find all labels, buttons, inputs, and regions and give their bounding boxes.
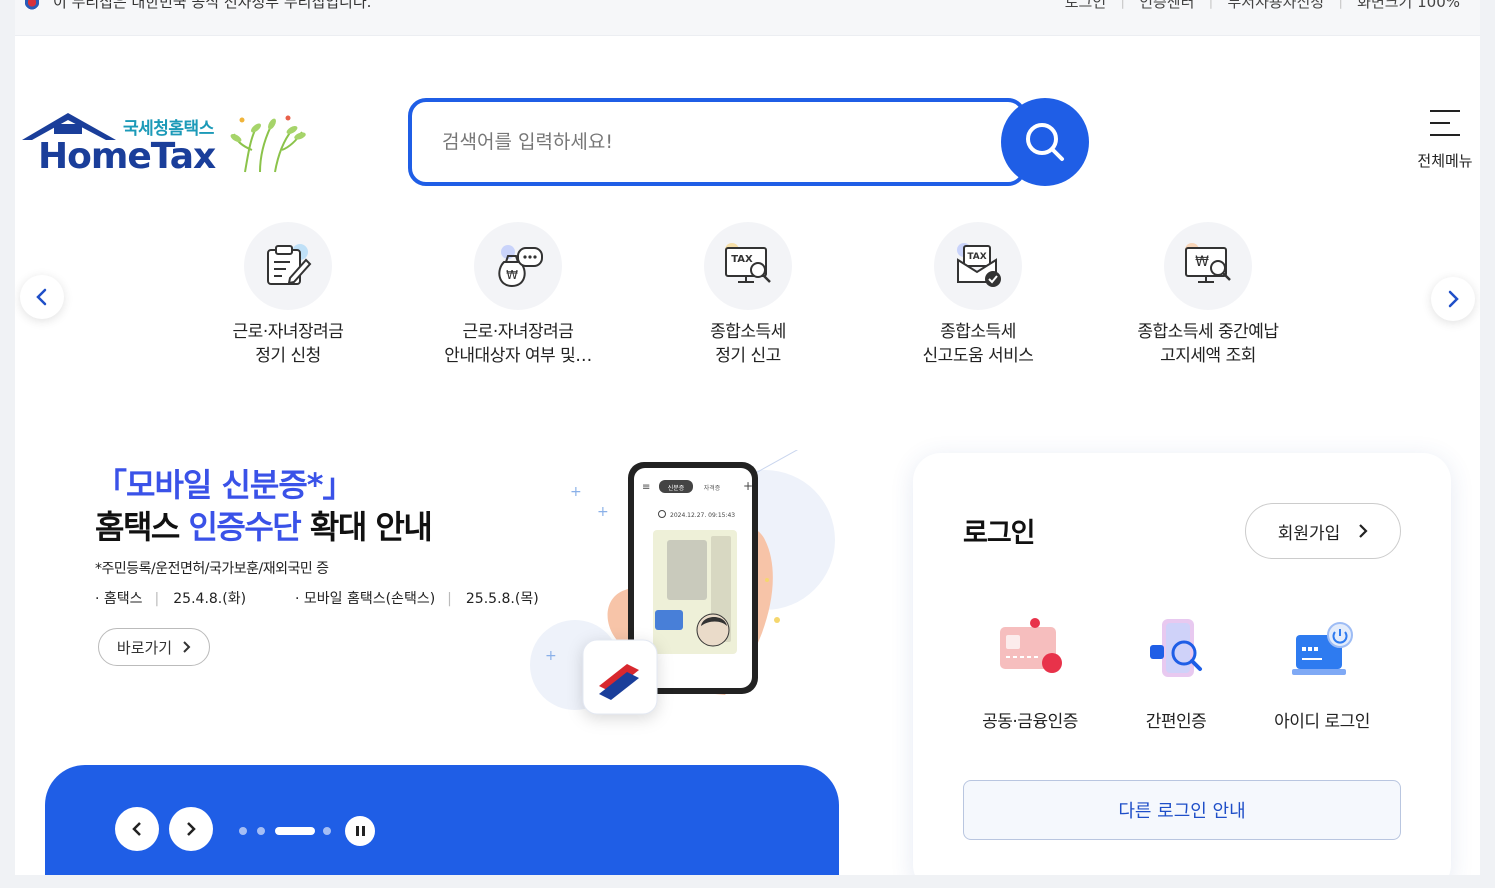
login-simple-auth-button[interactable]: 간편인증 xyxy=(1101,613,1251,732)
tax-monitor-search-icon: TAX xyxy=(704,222,792,310)
banner-pause-button[interactable] xyxy=(345,816,375,846)
banner-next-button[interactable] xyxy=(169,807,213,851)
banner-dot[interactable] xyxy=(323,827,331,835)
document-pen-icon xyxy=(244,222,332,310)
korean-flag-icon xyxy=(23,0,41,10)
banner-title-line1: 「모바일 신분증*」 xyxy=(95,466,355,504)
go-button-label: 바로가기 xyxy=(116,638,173,657)
banner-dates: · 홈택스 | 25.4.8.(화) · 모바일 홈택스(손택스) | 25.5.8.(… xyxy=(95,591,539,607)
banner-dot[interactable] xyxy=(239,827,247,835)
auth-center-link[interactable]: 인증센터 xyxy=(1139,0,1194,12)
government-notice: 이 누리집은 대한민국 공식 전자정부 누리집입니다. xyxy=(23,0,371,12)
phone-timestamp: 2024.12.27. 09:15:43 xyxy=(670,512,735,519)
svg-text:+: + xyxy=(545,648,557,664)
hamburger-icon xyxy=(1430,110,1460,136)
banner-dot-active[interactable] xyxy=(275,827,315,835)
mobile-id-phone-illustration: + + + 신분증 자격증 ≡ + 2024.12.27. 09:15:43 xyxy=(530,450,835,715)
quick-menu-label: 종합소득세 정기 신고 xyxy=(710,322,786,366)
phone-tab-license: 자격증 xyxy=(704,484,721,492)
svg-text:+: + xyxy=(743,479,753,493)
banner-control-strip xyxy=(45,765,839,875)
quick-menu-item-earned-income-eligibility[interactable]: ₩ 근로·자녀장려금 안내대상자 여부 및… xyxy=(418,222,618,368)
banner-note: *주민등록/운전면허/국가보훈/재외국민 증 xyxy=(95,561,329,577)
quick-menu-label: 종합소득세 신고도움 서비스 xyxy=(922,322,1034,366)
login-link[interactable]: 로그인 xyxy=(1065,0,1106,12)
signup-label: 회원가입 xyxy=(1277,523,1341,544)
date1-label: · 홈택스 xyxy=(95,591,143,607)
logo-title: HomeTax xyxy=(38,136,216,177)
banner-title-part: 홈택스 xyxy=(95,508,189,546)
banner-go-button[interactable]: 바로가기 xyxy=(98,628,210,666)
search-box xyxy=(408,98,1026,186)
banner-dot[interactable] xyxy=(257,827,265,835)
svg-text:₩: ₩ xyxy=(506,268,518,282)
all-menu-label: 전체메뉴 xyxy=(1417,152,1473,170)
banner-title-line2: 홈택스 인증수단 확대 안내 xyxy=(95,502,433,548)
phone-tab-id: 신분증 xyxy=(668,484,685,492)
top-utility-bar: 이 누리집은 대한민국 공식 전자정부 누리집입니다. 로그인 | 인증센터 | 부… xyxy=(15,0,1480,36)
notice-text: 이 누리집은 대한민국 공식 전자정부 누리집입니다. xyxy=(53,0,372,11)
login-method-label: 아이디 로그인 xyxy=(1274,712,1370,732)
date2-label: · 모바일 홈택스(손택스) xyxy=(294,591,436,607)
id-login-icon xyxy=(1282,613,1362,683)
quick-menu-item-income-tax-filing[interactable]: TAX 종합소득세 정기 신고 xyxy=(648,222,848,368)
svg-text:TAX: TAX xyxy=(967,252,986,262)
svg-text:₩: ₩ xyxy=(1195,254,1209,270)
svg-text:+: + xyxy=(597,504,609,520)
svg-text:TAX: TAX xyxy=(731,254,753,265)
login-method-label: 간편인증 xyxy=(1145,712,1207,732)
utility-links: 로그인 | 인증센터 | 부서사용자신청 | 화면크기 100% xyxy=(1065,0,1460,12)
dept-user-link[interactable]: 부서사용자신청 xyxy=(1227,0,1324,12)
simple-auth-search-icon xyxy=(1136,613,1216,683)
quick-menu-label: 종합소득세 중간예납 고지세액 조회 xyxy=(1137,322,1279,366)
login-panel: 로그인 회원가입 공동·금융인증 간편인증 아이디 로그인 다른 로그인 안내 xyxy=(913,453,1451,875)
tax-envelope-check-icon: TAX xyxy=(934,222,1022,310)
login-title: 로그인 xyxy=(963,518,1036,549)
zoom-selector[interactable]: 화면크기 100% xyxy=(1357,0,1460,12)
quick-menu-prev-button[interactable] xyxy=(20,275,64,319)
certificate-card-icon xyxy=(990,613,1070,683)
login-id-button[interactable]: 아이디 로그인 xyxy=(1247,613,1397,732)
signup-button[interactable]: 회원가입 xyxy=(1245,503,1401,559)
login-certificate-button[interactable]: 공동·금융인증 xyxy=(955,613,1105,732)
quick-menu-label: 근로·자녀장려금 정기 신청 xyxy=(232,322,344,366)
quick-menu-next-button[interactable] xyxy=(1431,277,1475,321)
chevron-right-icon xyxy=(1448,290,1459,308)
chevron-left-icon xyxy=(132,822,141,836)
chevron-left-icon xyxy=(36,288,47,306)
search-icon xyxy=(1026,123,1064,161)
chevron-right-icon xyxy=(183,641,191,653)
svg-text:+: + xyxy=(570,484,582,500)
other-login-guide-button[interactable]: 다른 로그인 안내 xyxy=(963,780,1401,840)
pause-icon xyxy=(355,826,359,836)
search-input[interactable] xyxy=(442,124,942,160)
login-method-label: 공동·금융인증 xyxy=(982,712,1078,732)
quick-menu-item-income-tax-help[interactable]: TAX 종합소득세 신고도움 서비스 xyxy=(878,222,1078,368)
quick-menu-label: 근로·자녀장려금 안내대상자 여부 및… xyxy=(444,322,592,366)
banner-title-part: 확대 안내 xyxy=(300,508,433,546)
svg-text:≡: ≡ xyxy=(642,482,650,493)
won-monitor-search-icon: ₩ xyxy=(1164,222,1252,310)
search-button[interactable] xyxy=(1001,98,1089,186)
chevron-right-icon xyxy=(1359,524,1368,538)
quick-menu-item-earned-income-apply[interactable]: 근로·자녀장려금 정기 신청 xyxy=(188,222,388,368)
date1-value: 25.4.8.(화) xyxy=(173,591,247,607)
banner-title-highlight: 인증수단 xyxy=(188,508,301,546)
page: 이 누리집은 대한민국 공식 전자정부 누리집입니다. 로그인 | 인증센터 | 부… xyxy=(15,0,1480,875)
quick-menu-item-interim-prepayment[interactable]: ₩ 종합소득세 중간예납 고지세액 조회 xyxy=(1108,222,1308,368)
money-bag-chat-icon: ₩ xyxy=(474,222,562,310)
all-menu-button[interactable]: 전체메뉴 xyxy=(1410,110,1480,171)
hometax-logo[interactable]: 국세청홈택스 HomeTax xyxy=(20,110,310,180)
banner-prev-button[interactable] xyxy=(115,807,159,851)
chevron-right-icon xyxy=(187,822,196,836)
